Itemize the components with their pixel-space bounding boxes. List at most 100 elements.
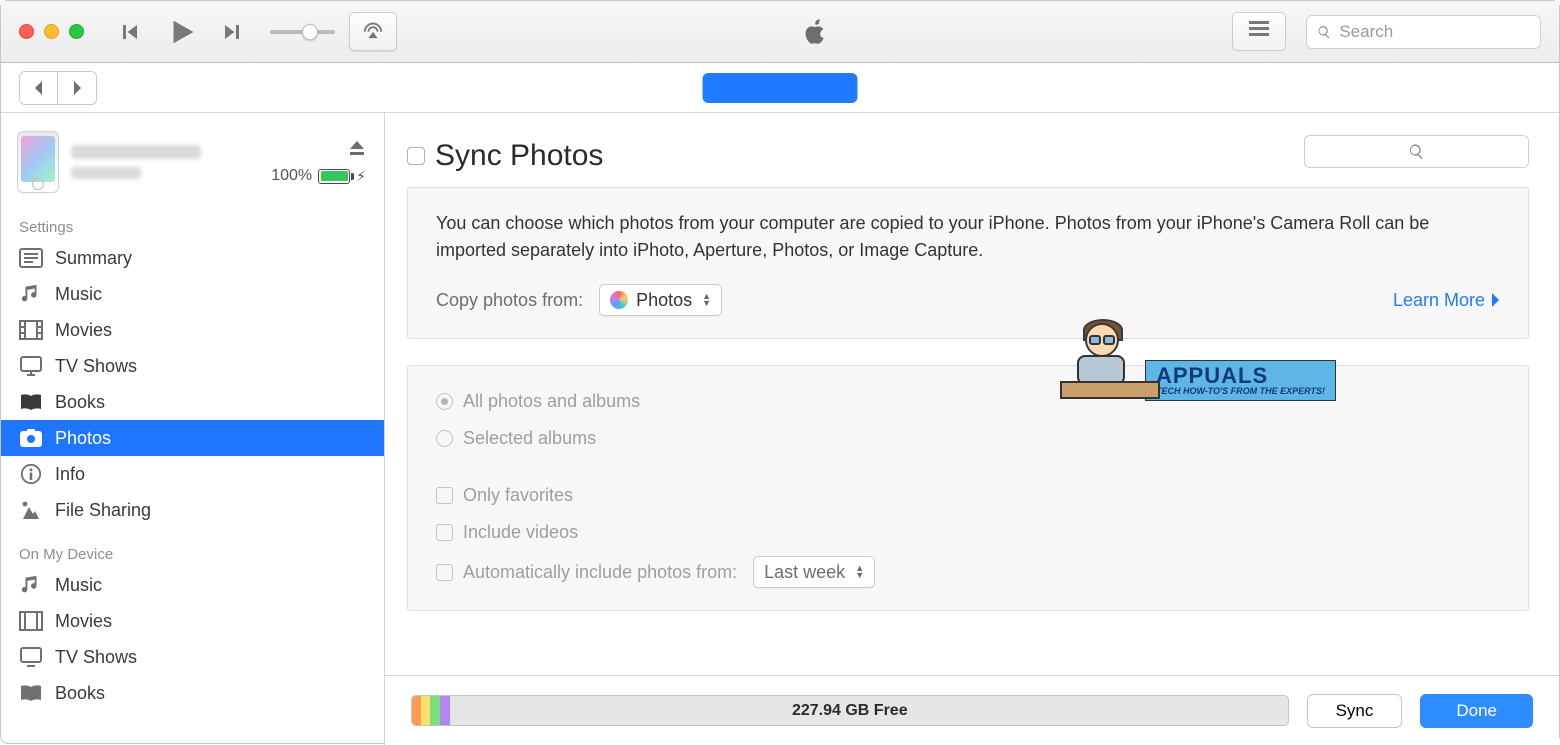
photos-icon <box>19 427 43 449</box>
airplay-button[interactable] <box>349 12 397 51</box>
sidebar-item-label: TV Shows <box>55 647 137 668</box>
sidebar-item-label: Info <box>55 464 85 485</box>
sidebar-item-label: Music <box>55 575 102 596</box>
sidebar-device-tvshows[interactable]: TV Shows <box>1 639 384 675</box>
sidebar-section-settings: Settings <box>1 201 384 240</box>
books-icon <box>19 391 43 413</box>
next-track-button[interactable] <box>218 17 248 47</box>
minimize-button[interactable] <box>44 24 59 39</box>
sync-button[interactable]: Sync <box>1307 694 1403 728</box>
sync-photos-checkbox[interactable] <box>407 147 425 165</box>
battery-status: 100% ⚡︎ <box>271 167 366 185</box>
checkbox-icon <box>436 524 453 541</box>
option-include-videos[interactable]: Include videos <box>436 519 1500 546</box>
option-all-photos[interactable]: All photos and albums <box>436 388 1500 415</box>
info-text: You can choose which photos from your co… <box>436 210 1500 264</box>
eject-icon[interactable] <box>348 139 366 157</box>
auto-include-picker[interactable]: Last week ▲▼ <box>753 556 875 588</box>
sidebar-item-label: Books <box>55 392 105 413</box>
nav-back-forward <box>19 71 97 105</box>
sidebar-item-label: Movies <box>55 611 112 632</box>
free-space-label: 227.94 GB Free <box>792 702 908 720</box>
sidebar-item-tvshows[interactable]: TV Shows <box>1 348 384 384</box>
music-icon <box>19 574 43 596</box>
sidebar-item-label: Summary <box>55 248 132 269</box>
sidebar-item-movies[interactable]: Movies <box>1 312 384 348</box>
sidebar-item-label: TV Shows <box>55 356 137 377</box>
close-button[interactable] <box>19 24 34 39</box>
sidebar-item-label: File Sharing <box>55 500 151 521</box>
device-header[interactable]: 100% ⚡︎ <box>1 123 384 201</box>
apple-logo-icon <box>801 16 829 48</box>
lcd-display <box>397 1 1232 63</box>
volume-slider[interactable] <box>270 30 335 34</box>
checkbox-icon <box>436 487 453 504</box>
radio-icon <box>436 430 453 447</box>
charging-icon: ⚡︎ <box>356 168 366 185</box>
view-list-button[interactable] <box>1232 12 1286 51</box>
body: 100% ⚡︎ Settings Summary Music Movies TV… <box>1 113 1559 745</box>
option-only-favorites[interactable]: Only favorites <box>436 482 1500 509</box>
sidebar-device-movies[interactable]: Movies <box>1 603 384 639</box>
stepper-icon: ▲▼ <box>702 293 711 307</box>
playback-controls <box>114 17 248 47</box>
search-box[interactable] <box>1306 15 1541 49</box>
sidebar-item-label: Books <box>55 683 105 704</box>
radio-icon <box>436 393 453 410</box>
stepper-icon: ▲▼ <box>855 565 864 579</box>
option-auto-include[interactable]: Automatically include photos from: Last … <box>436 556 1500 588</box>
sidebar-item-photos[interactable]: Photos <box>1 420 384 456</box>
sidebar-item-label: Movies <box>55 320 112 341</box>
search-input[interactable] <box>1339 22 1530 42</box>
info-icon <box>19 463 43 485</box>
search-icon <box>1408 143 1425 160</box>
option-selected-albums[interactable]: Selected albums <box>436 425 1500 452</box>
sidebar-item-label: Photos <box>55 428 111 449</box>
watermark: APPUALS TECH HOW-TO'S FROM THE EXPERTS! <box>1065 321 1336 401</box>
sidebar-device-books[interactable]: Books <box>1 675 384 711</box>
movies-icon <box>19 610 43 632</box>
footer-bar: 227.94 GB Free Sync Done <box>385 675 1559 745</box>
device-tab[interactable] <box>703 73 858 103</box>
sidebar-item-books[interactable]: Books <box>1 384 384 420</box>
sidebar-section-device: On My Device <box>1 528 384 567</box>
sidebar-item-summary[interactable]: Summary <box>1 240 384 276</box>
device-thumbnail-icon <box>17 131 59 193</box>
tv-icon <box>19 646 43 668</box>
nav-back-button[interactable] <box>20 72 58 104</box>
chevron-right-icon <box>1491 293 1500 307</box>
page-title: Sync Photos <box>435 139 603 173</box>
summary-icon <box>19 247 43 269</box>
learn-more-link[interactable]: Learn More <box>1393 287 1500 314</box>
titlebar <box>1 1 1559 63</box>
copy-from-value: Photos <box>636 287 692 314</box>
music-icon <box>19 283 43 305</box>
movies-icon <box>19 319 43 341</box>
previous-track-button[interactable] <box>114 17 144 47</box>
sidebar: 100% ⚡︎ Settings Summary Music Movies TV… <box>1 113 385 745</box>
sidebar-item-filesharing[interactable]: File Sharing <box>1 492 384 528</box>
sidebar-device-music[interactable]: Music <box>1 567 384 603</box>
filter-search-box[interactable] <box>1304 135 1529 168</box>
device-info <box>71 145 259 179</box>
checkbox-icon <box>436 564 453 581</box>
info-panel: You can choose which photos from your co… <box>407 187 1529 339</box>
nav-row <box>1 63 1559 113</box>
window-traffic-lights <box>19 24 84 39</box>
nav-forward-button[interactable] <box>58 72 96 104</box>
battery-percent-label: 100% <box>271 167 312 185</box>
battery-icon <box>318 169 350 184</box>
sidebar-item-music[interactable]: Music <box>1 276 384 312</box>
play-button[interactable] <box>166 17 196 47</box>
copy-from-label: Copy photos from: <box>436 287 583 314</box>
sidebar-item-info[interactable]: Info <box>1 456 384 492</box>
done-button[interactable]: Done <box>1420 694 1533 728</box>
maximize-button[interactable] <box>69 24 84 39</box>
capacity-bar[interactable]: 227.94 GB Free <box>411 695 1289 726</box>
filesharing-icon <box>19 499 43 521</box>
options-panel: All photos and albums Selected albums On… <box>407 365 1529 611</box>
tv-icon <box>19 355 43 377</box>
books-icon <box>19 682 43 704</box>
main-pane: Sync Photos You can choose which photos … <box>385 113 1559 745</box>
copy-from-picker[interactable]: Photos ▲▼ <box>599 284 722 316</box>
